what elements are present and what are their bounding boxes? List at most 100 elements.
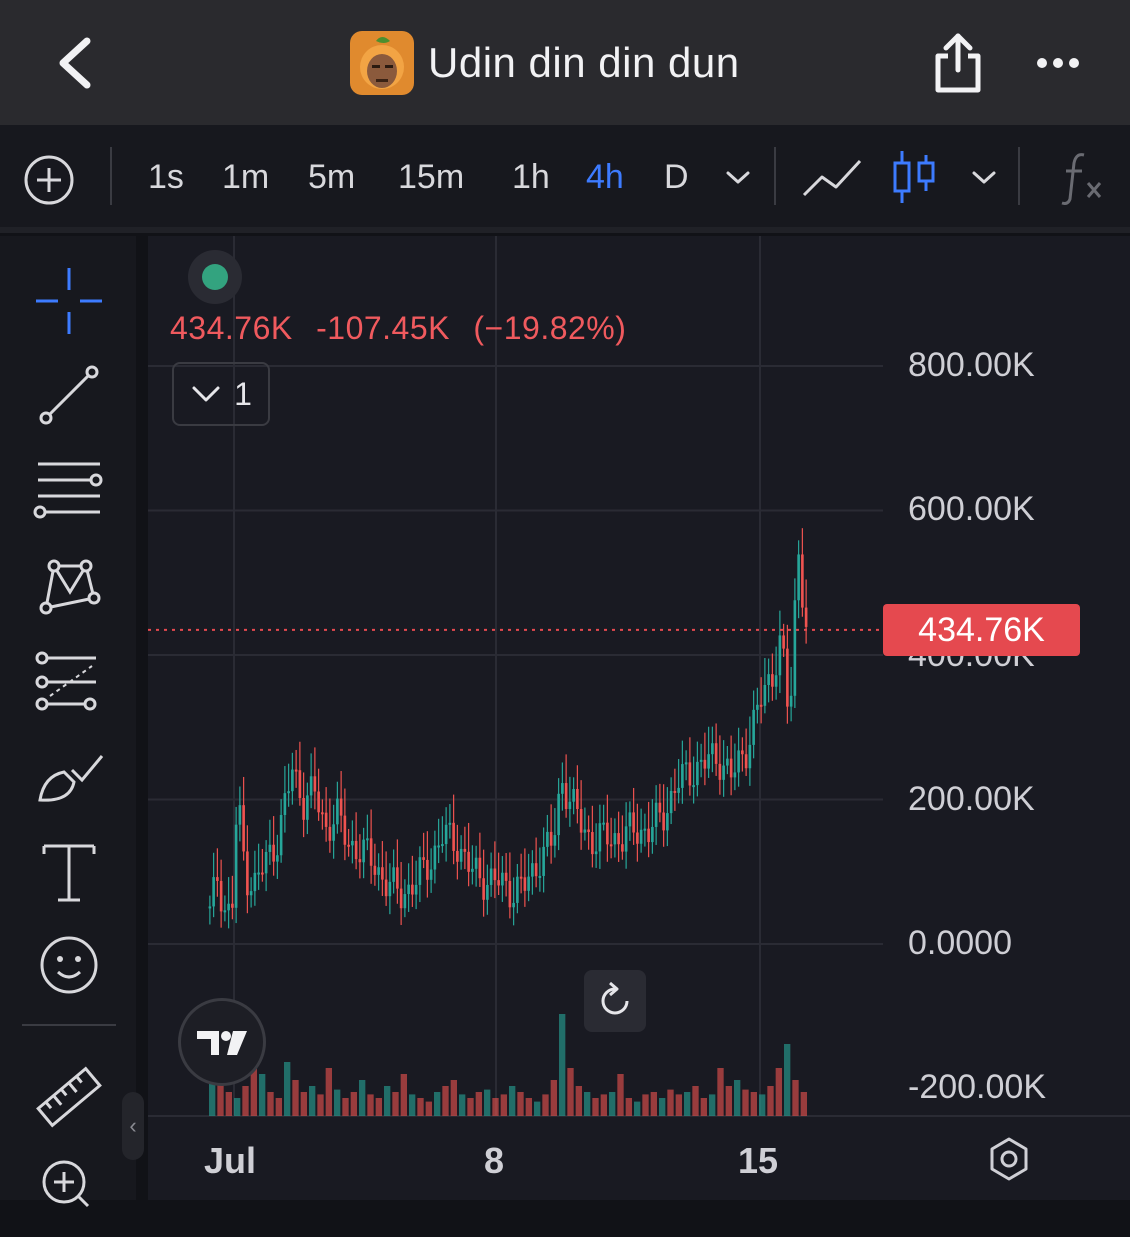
volume-bar (400, 1074, 407, 1116)
horizontal-lines-icon[interactable] (30, 450, 108, 528)
candle (714, 743, 718, 764)
candle (598, 823, 602, 852)
volume-bar (659, 1098, 666, 1116)
series-toggle-button[interactable]: 1 (172, 362, 270, 426)
chart-type-dropdown-chevron-icon[interactable] (968, 163, 1000, 196)
share-icon[interactable] (928, 30, 988, 96)
volume-bar (717, 1068, 724, 1116)
candle (474, 857, 478, 869)
volume-bar (675, 1094, 682, 1116)
timeframe-1s[interactable]: 1s (148, 153, 184, 201)
ruler-icon[interactable] (30, 1058, 108, 1136)
more-dots-icon[interactable] (1028, 40, 1088, 86)
refresh-icon (601, 981, 629, 1015)
candle (801, 554, 804, 608)
divider (774, 147, 776, 205)
candle (729, 758, 733, 778)
volume-bar (600, 1094, 607, 1116)
candle (497, 880, 500, 886)
candle (399, 888, 403, 909)
timeframe-D[interactable]: D (664, 153, 689, 201)
trend-line-icon[interactable] (30, 358, 108, 436)
volume-bar (359, 1080, 366, 1116)
timeframe-1m[interactable]: 1m (222, 153, 269, 201)
volume-bar (734, 1080, 741, 1116)
candle (557, 793, 560, 836)
candle (572, 788, 575, 802)
x-tick: 8 (484, 1140, 505, 1181)
candle (647, 828, 650, 843)
x-tick: 15 (738, 1140, 779, 1181)
y-tick: 200.00K (908, 780, 1035, 818)
candle (444, 824, 448, 845)
volume-bar (609, 1092, 616, 1116)
timeframe-5m[interactable]: 5m (308, 153, 355, 201)
timeframe-dropdown-chevron-icon[interactable] (722, 163, 754, 196)
y-tick: 800.00K (908, 346, 1035, 384)
candle (512, 902, 515, 908)
candle (763, 685, 767, 706)
candle (253, 872, 257, 892)
volume-bar (584, 1092, 591, 1116)
settings-icon[interactable] (984, 1134, 1034, 1184)
candle (358, 859, 362, 863)
volume-bar (742, 1089, 749, 1116)
candle (231, 903, 234, 908)
series-status-dot[interactable] (188, 250, 242, 304)
y-tick: 0.0000 (908, 924, 1012, 962)
brush-icon[interactable] (30, 742, 108, 820)
pattern-icon[interactable] (30, 546, 108, 624)
volume-bar (667, 1089, 674, 1116)
candle (579, 809, 583, 833)
plus-circle-icon[interactable] (22, 153, 76, 207)
candle (666, 813, 669, 831)
candle (767, 674, 770, 686)
price-legend: 434.76K -107.45K (−19.82%) (170, 310, 640, 347)
zoom-in-icon[interactable] (30, 1154, 108, 1232)
volume-bar (309, 1086, 316, 1116)
legend-change: -107.45K (316, 310, 450, 346)
volume-bar (234, 1098, 241, 1116)
candle (696, 761, 699, 786)
candle (392, 867, 395, 882)
line-chart-icon[interactable] (800, 153, 864, 208)
chevron-left-icon[interactable] (40, 28, 110, 98)
collapse-toolbar-button[interactable]: ‹ (122, 1092, 144, 1160)
candlestick-icon[interactable] (888, 147, 940, 212)
candle (216, 877, 219, 881)
candle (388, 881, 392, 897)
candle (793, 600, 797, 696)
candle (639, 829, 643, 844)
candle (662, 812, 665, 831)
fib-tool-icon[interactable] (30, 642, 108, 720)
reset-chart-button[interactable] (584, 970, 646, 1032)
fx-icon[interactable] (1060, 149, 1106, 210)
volume-bar (409, 1094, 416, 1116)
candle (501, 872, 504, 886)
candle (707, 754, 710, 769)
candle (516, 876, 519, 903)
timeframe-1h[interactable]: 1h (512, 153, 550, 201)
candle (369, 838, 373, 866)
candle (426, 859, 429, 880)
candle (741, 750, 744, 755)
tradingview-logo[interactable] (178, 998, 266, 1086)
y-tick: 600.00K (908, 490, 1035, 528)
crosshair-icon[interactable] (30, 262, 108, 340)
candle (778, 635, 782, 676)
candle (384, 879, 388, 897)
timeframe-15m[interactable]: 15m (398, 153, 464, 201)
candle (437, 845, 440, 848)
candle (362, 839, 365, 863)
volume-bar (559, 1014, 566, 1116)
timeframe-4h[interactable]: 4h (586, 153, 624, 201)
emoji-icon[interactable] (30, 926, 108, 1004)
candle (403, 894, 407, 909)
volume-bar (542, 1094, 549, 1116)
candle (324, 812, 328, 827)
candle (246, 851, 249, 896)
text-tool-icon[interactable] (30, 832, 108, 910)
candle (722, 765, 725, 780)
candle (238, 805, 242, 825)
candle (677, 787, 680, 793)
